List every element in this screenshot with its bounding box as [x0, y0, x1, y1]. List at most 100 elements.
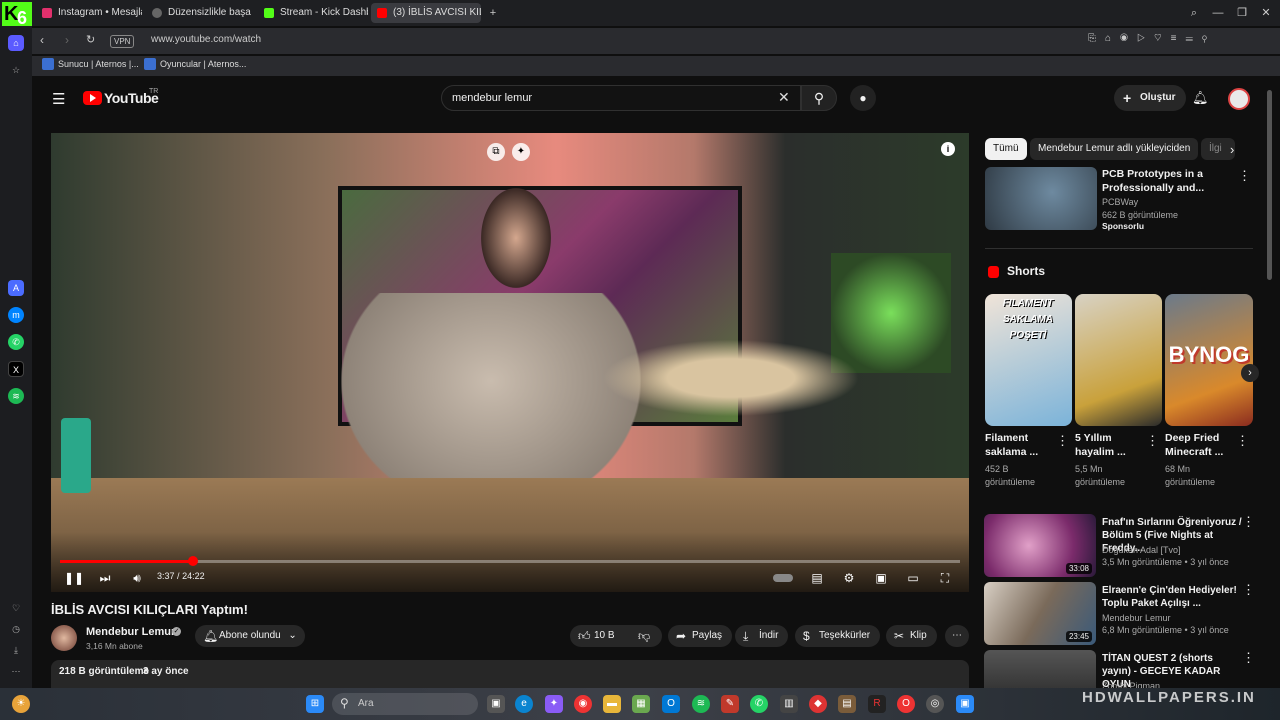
short-title[interactable]: 5 Yıllım hayalim ...	[1075, 431, 1147, 459]
chevron-right-icon[interactable]: ›	[1241, 364, 1259, 382]
bookmark-sunucu[interactable]: Sunucu | Aternos |...	[58, 59, 139, 69]
short-title[interactable]: Deep Fried Minecraft ...	[1165, 431, 1237, 459]
channel-name[interactable]: Mendebur Lemur	[86, 626, 175, 638]
app-icon[interactable]: ◆	[809, 695, 827, 713]
list-item[interactable]: TİTAN QUEST 2 (shorts yayın) - GECEYE KA…	[984, 650, 1255, 688]
settings-icon[interactable]: ⚙	[840, 569, 858, 587]
maximize-icon[interactable]: ❐	[1233, 4, 1251, 22]
search-icon[interactable]: ⚲	[801, 85, 837, 111]
tab-instagram[interactable]: Instagram • Mesajlar	[36, 3, 142, 23]
home-icon[interactable]: ⌂	[8, 35, 24, 51]
opera-icon[interactable]: O	[897, 695, 915, 713]
whatsapp-icon[interactable]: ✆	[750, 695, 768, 713]
task-view-icon[interactable]: ▣	[487, 695, 505, 713]
chip-uploader[interactable]: Mendebur Lemur adlı yükleyiciden	[1030, 138, 1199, 160]
more-vert-icon[interactable]: ⋮	[1146, 433, 1159, 449]
dislike-button[interactable]: 👎︎	[630, 625, 662, 647]
theater-icon[interactable]: ▭	[904, 569, 922, 587]
copilot-icon[interactable]: ✦	[545, 695, 563, 713]
chip-all[interactable]: Tümü	[985, 138, 1027, 160]
bookmark-oyuncular[interactable]: Oyuncular | Aternos...	[160, 59, 246, 69]
sponsored-thumbnail[interactable]	[985, 167, 1097, 230]
pinboard-icon[interactable]: ☆	[8, 62, 24, 78]
outlook-icon[interactable]: O	[662, 695, 680, 713]
edge-icon[interactable]: e	[515, 695, 533, 713]
tab-search-icon[interactable]: ⌕	[1185, 4, 1203, 22]
bell-icon[interactable]: 🔔︎	[1192, 90, 1209, 106]
short-thumbnail[interactable]	[1075, 294, 1162, 426]
app-icon[interactable]: ▥	[780, 695, 798, 713]
share-button[interactable]: ➦ Paylaş	[668, 625, 733, 647]
forward-icon[interactable]: ›	[65, 33, 69, 47]
vpn-badge[interactable]: VPN	[110, 35, 135, 48]
x-icon[interactable]: X	[8, 361, 24, 377]
app-icon[interactable]: ▤	[838, 695, 856, 713]
url-field[interactable]: www.youtube.com/watch	[151, 34, 261, 45]
list-item[interactable]: 23:45 Elraenn'e Çin'den Hediyeler! Toplu…	[984, 582, 1255, 646]
list-item[interactable]: 33:08 Fnaf'ın Sırlarını Öğreniyoruz / Bö…	[984, 514, 1255, 578]
fullscreen-icon[interactable]: ⛶	[936, 569, 954, 587]
channel-avatar[interactable]	[51, 625, 77, 651]
search-input[interactable]: mendebur lemur ✕	[441, 85, 801, 111]
create-button[interactable]: + Oluştur	[1114, 85, 1186, 111]
more-actions-button[interactable]: ⋯	[945, 625, 969, 647]
clear-search-icon[interactable]: ✕	[778, 89, 790, 106]
menu-icon[interactable]: ☰	[52, 90, 65, 108]
heart-icon[interactable]: ♡	[8, 600, 24, 616]
chevron-right-icon[interactable]: ›	[1230, 142, 1234, 157]
progress-bar[interactable]	[60, 556, 960, 566]
avatar[interactable]	[1228, 88, 1250, 110]
download-button[interactable]: ⤓ İndir	[735, 625, 789, 647]
short-thumbnail[interactable]: BYNOG	[1165, 294, 1253, 426]
like-button[interactable]: 👍︎ 10 B	[570, 625, 630, 647]
scrollbar[interactable]	[1267, 90, 1272, 280]
new-tab-icon[interactable]: +	[484, 4, 502, 22]
subscribe-button[interactable]: 🔔︎ Abone olundu ⌄	[195, 625, 305, 647]
app-icon[interactable]: ✎	[721, 695, 739, 713]
weather-icon[interactable]: ☀	[12, 695, 30, 713]
miniplayer-icon[interactable]: ⧉	[487, 143, 505, 161]
back-icon[interactable]: ‹	[40, 33, 44, 47]
mic-icon[interactable]: ●	[850, 85, 876, 111]
tab-kick[interactable]: Stream - Kick Dashboard	[258, 3, 368, 23]
app-icon[interactable]: ◎	[926, 695, 944, 713]
more-vert-icon[interactable]: ⋮	[1242, 650, 1255, 666]
description-box[interactable]: 218 B görüntüleme 3 ay önce	[51, 660, 969, 688]
video-player[interactable]: ⧉ ✦ i	[51, 133, 969, 592]
more-vert-icon[interactable]: ⋮	[1056, 433, 1069, 449]
miniplayer-icon[interactable]: ▣	[872, 569, 890, 587]
explorer-icon[interactable]: ▬	[603, 695, 621, 713]
app-icon[interactable]: R	[868, 695, 886, 713]
next-icon[interactable]: ⏭︎	[96, 569, 114, 587]
close-window-icon[interactable]: ✕	[1257, 4, 1275, 22]
sparkle-icon[interactable]: ✦	[512, 143, 530, 161]
aria-icon[interactable]: A	[8, 280, 24, 296]
taskbar-search[interactable]: ⚲ Ara	[332, 693, 478, 715]
subtitles-icon[interactable]: ▤	[808, 569, 826, 587]
start-icon[interactable]: ⊞	[306, 695, 324, 713]
sponsored-title[interactable]: PCB Prototypes in a Professionally and..…	[1102, 167, 1232, 195]
address-bar-tools[interactable]: ⎘⌂◉▷♡≡☰⚲	[1088, 33, 1216, 44]
more-vert-icon[interactable]: ⋮	[1238, 168, 1251, 184]
info-icon[interactable]: i	[941, 142, 955, 156]
volume-icon[interactable]: 🔊︎	[128, 569, 146, 587]
chrome-icon[interactable]: ◉	[574, 695, 592, 713]
short-title[interactable]: Filament saklama ...	[985, 431, 1057, 459]
app-icon[interactable]: ▣	[956, 695, 974, 713]
more-vert-icon[interactable]: ⋮	[1236, 433, 1249, 449]
minimize-icon[interactable]: —	[1209, 4, 1227, 22]
pause-icon[interactable]: ❚❚	[64, 569, 84, 587]
clip-button[interactable]: ✂ Klip	[886, 625, 937, 647]
download-icon[interactable]: ⤓	[8, 642, 24, 658]
history-icon[interactable]: ◷	[8, 621, 24, 637]
youtube-logo-icon[interactable]	[83, 91, 102, 105]
more-icon[interactable]: ⋯	[8, 663, 24, 679]
minecraft-icon[interactable]: ▦	[632, 695, 650, 713]
short-thumbnail[interactable]: FILAMENT SAKLAMA POŞETİ	[985, 294, 1072, 426]
reload-icon[interactable]: ↻	[86, 33, 95, 46]
whatsapp-icon[interactable]: ✆	[8, 334, 24, 350]
tab-youtube[interactable]: (3) İBLİS AVCISI KILIÇLAR	[371, 3, 481, 23]
spotify-icon[interactable]: ≋	[8, 388, 24, 404]
spotify-icon[interactable]: ≋	[692, 695, 710, 713]
more-vert-icon[interactable]: ⋮	[1242, 582, 1255, 598]
